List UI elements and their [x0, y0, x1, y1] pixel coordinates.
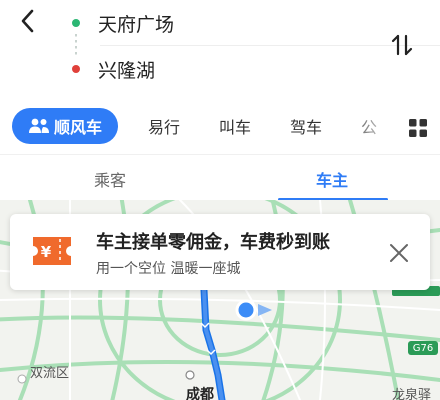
route-divider	[100, 45, 440, 46]
close-icon[interactable]	[388, 242, 410, 264]
role-tabs: 乘客 车主	[0, 154, 440, 201]
start-dot-icon	[72, 19, 80, 27]
route-connector	[75, 34, 77, 56]
tab-jiaoche[interactable]: 叫车	[219, 114, 251, 138]
tab-yixing[interactable]: 易行	[148, 114, 180, 138]
more-modes-grid-icon[interactable]	[408, 118, 428, 138]
end-dot-icon	[72, 65, 80, 73]
svg-text:¥: ¥	[41, 243, 52, 261]
end-location-field[interactable]: 兴隆湖	[72, 54, 155, 84]
driver-promo-banner[interactable]: ¥ 车主接单零佣金，车费秒到账 用一个空位 温暖一座城	[10, 214, 430, 290]
map-label-longquan: 龙泉驿	[392, 388, 432, 400]
swap-route-icon[interactable]	[390, 32, 414, 58]
my-location-icon	[235, 299, 257, 321]
carpool-people-icon	[28, 118, 49, 133]
start-location-field[interactable]: 天府广场	[72, 8, 174, 38]
promo-subtitle: 用一个空位 温暖一座城	[96, 261, 241, 277]
tab-jiache[interactable]: 驾车	[290, 114, 322, 138]
map-label-chengdu: 成都	[186, 387, 214, 400]
back-arrow-icon[interactable]	[14, 6, 44, 36]
ticket-yuan-icon: ¥	[33, 237, 71, 265]
start-location-text: 天府广场	[98, 13, 175, 36]
tab-shunfengche-label: 顺风车	[53, 118, 102, 137]
route-header: 天府广场 兴隆湖	[0, 0, 440, 96]
tabs-fade-overlay	[345, 104, 405, 148]
map-label-shuangliu: 双流区	[30, 366, 70, 381]
travel-mode-tabs: 顺风车 易行 叫车 驾车 公	[0, 104, 440, 148]
tab-shunfengche[interactable]: 顺风车	[12, 108, 118, 144]
promo-title: 车主接单零佣金，车费秒到账	[96, 232, 330, 253]
highway-label-g76: G76	[408, 341, 438, 355]
end-location-text: 兴隆湖	[98, 59, 156, 82]
tab-passenger[interactable]: 乘客	[94, 167, 126, 191]
tab-driver[interactable]: 车主	[316, 167, 348, 191]
